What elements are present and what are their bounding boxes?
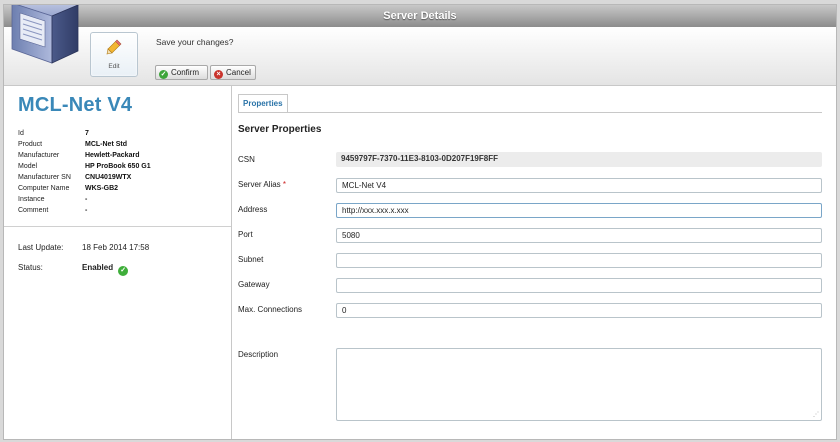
info-value: Hewlett-Packard xyxy=(85,152,140,159)
properties-panel: Properties Server Properties CSN 9459797… xyxy=(232,86,836,439)
status-row: Status: Enabled ✓ xyxy=(18,263,129,276)
server-alias-label-text: Server Alias xyxy=(238,180,281,189)
max-connections-label: Max. Connections xyxy=(238,305,303,314)
server-summary-panel: MCL-Net V4 Id 7 Product MCL-Net Std Manufa… xyxy=(4,86,232,439)
tab-properties[interactable]: Properties xyxy=(238,94,288,113)
server-tower-icon xyxy=(11,5,80,64)
info-key: Manufacturer SN xyxy=(18,174,71,181)
address-label: Address xyxy=(238,205,268,214)
x-circle-icon: × xyxy=(214,70,223,79)
divider xyxy=(4,226,231,227)
info-key: Instance xyxy=(18,196,45,203)
confirm-label: Confirm xyxy=(171,68,200,77)
info-row-instance: Instance - xyxy=(18,194,228,205)
server-info-list: Id 7 Product MCL-Net Std Manufacturer Hewle… xyxy=(18,128,228,216)
status-label: Status: xyxy=(18,263,43,272)
info-key: Model xyxy=(18,163,38,170)
last-update-label: Last Update: xyxy=(18,243,64,252)
save-prompt: Save your changes? xyxy=(156,37,234,47)
info-row-manufacturer: Manufacturer Hewlett-Packard xyxy=(18,150,228,161)
server-details-window: Server Details Edit Save your changes? ✓… xyxy=(3,4,837,440)
info-value: MCL-Net Std xyxy=(85,141,127,148)
info-key: Computer Name xyxy=(18,185,70,192)
info-value: - xyxy=(85,207,88,214)
cancel-button[interactable]: × Cancel xyxy=(210,65,256,80)
edit-label: Edit xyxy=(108,63,120,70)
info-row-model: Model HP ProBook 650 G1 xyxy=(18,161,228,172)
info-key: Product xyxy=(18,141,43,148)
info-value: - xyxy=(85,196,88,203)
cancel-label: Cancel xyxy=(226,68,251,77)
toolbar: Edit Save your changes? ✓ Confirm × Cancel xyxy=(4,27,836,86)
port-input[interactable]: 5080 xyxy=(336,228,822,243)
description-label: Description xyxy=(238,350,279,359)
required-marker: * xyxy=(282,180,287,189)
check-circle-icon: ✓ xyxy=(159,70,168,79)
info-value: HP ProBook 650 G1 xyxy=(85,163,151,170)
last-update-value: 18 Feb 2014 17:58 xyxy=(82,243,150,252)
gateway-input[interactable] xyxy=(336,278,822,293)
server-alias-label: Server Alias * xyxy=(238,180,286,189)
check-circle-icon: ✓ xyxy=(118,266,129,276)
section-title: Server Properties xyxy=(238,124,322,135)
info-key: Comment xyxy=(18,207,49,214)
csn-field: 9459797F-7370-11E3-8103-0D207F19F8FF xyxy=(336,152,822,167)
last-update-row: Last Update: 18 Feb 2014 17:58 xyxy=(18,243,149,252)
info-value: WKS-GB2 xyxy=(85,185,119,192)
address-input[interactable]: http://xxx.xxx.x.xxx xyxy=(336,203,822,218)
window-title: Server Details xyxy=(383,10,457,22)
max-connections-input[interactable]: 0 xyxy=(336,303,822,318)
info-row-comment: Comment - xyxy=(18,205,228,216)
info-row-manufacturer-sn: Manufacturer SN CNU4019WTX xyxy=(18,172,228,183)
info-row-id: Id 7 xyxy=(18,128,228,139)
server-name-heading: MCL-Net V4 xyxy=(18,94,133,116)
info-key: Id xyxy=(18,130,24,137)
server-alias-input[interactable]: MCL-Net V4 xyxy=(336,178,822,193)
gateway-label: Gateway xyxy=(238,280,270,289)
edit-button[interactable]: Edit xyxy=(90,32,138,77)
title-bar: Server Details xyxy=(4,5,836,28)
info-key: Manufacturer xyxy=(18,152,60,159)
port-label: Port xyxy=(238,230,253,239)
resize-handle-icon[interactable]: ⋰ xyxy=(813,412,819,418)
info-row-computer-name: Computer Name WKS-GB2 xyxy=(18,183,228,194)
description-textarea[interactable]: ⋰ xyxy=(336,348,822,421)
subnet-input[interactable] xyxy=(336,253,822,268)
info-value: CNU4019WTX xyxy=(85,174,132,181)
confirm-button[interactable]: ✓ Confirm xyxy=(155,65,208,80)
pencil-icon xyxy=(106,39,122,55)
info-row-product: Product MCL-Net Std xyxy=(18,139,228,150)
csn-label: CSN xyxy=(238,155,255,164)
tab-underline xyxy=(238,112,822,113)
info-value: 7 xyxy=(85,130,89,137)
subnet-label: Subnet xyxy=(238,255,264,264)
status-value: Enabled xyxy=(82,263,114,272)
